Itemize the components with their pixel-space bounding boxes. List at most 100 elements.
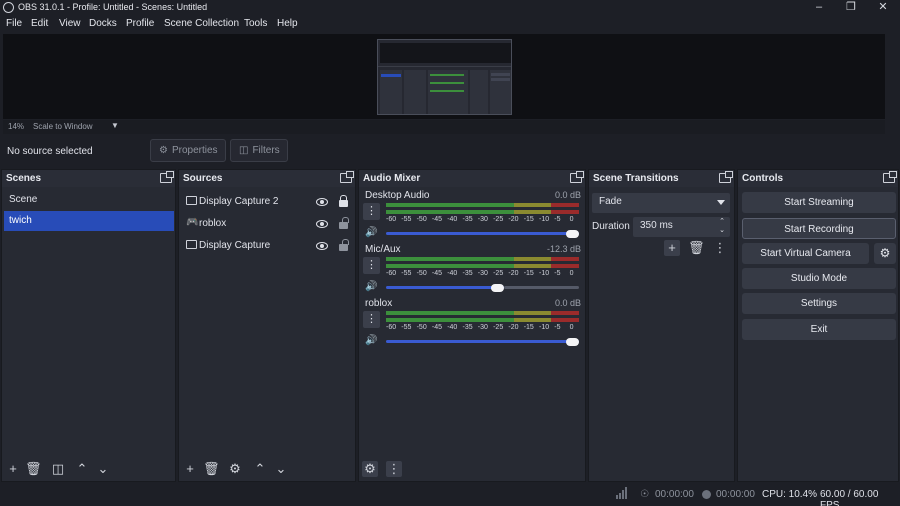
undock-icon[interactable] bbox=[883, 171, 897, 183]
settings-button[interactable]: Settings bbox=[742, 293, 896, 314]
channel-menu-icon[interactable]: ⋮ bbox=[363, 257, 380, 274]
undock-icon[interactable] bbox=[570, 171, 584, 183]
trash-icon[interactable]: 🗑 bbox=[203, 461, 220, 477]
scene-filters-icon[interactable]: ◫ bbox=[50, 461, 66, 477]
scenes-dock: Scenes Scene twich + 🗑 ◫ ⌃ ⌄ bbox=[1, 169, 176, 482]
move-up-icon[interactable]: ⌃ bbox=[252, 461, 268, 477]
scale-mode-dropdown-icon[interactable]: ▼ bbox=[111, 121, 119, 130]
scale-mode-label[interactable]: Scale to Window bbox=[33, 122, 93, 131]
duration-spinbox[interactable]: 350 ms ⌃ ⌄ bbox=[633, 217, 730, 237]
source-item[interactable]: 🎮 roblox bbox=[183, 214, 353, 234]
volume-slider-handle[interactable] bbox=[566, 230, 579, 238]
signal-bars-icon bbox=[616, 487, 628, 502]
volume-slider-fill[interactable] bbox=[386, 340, 579, 343]
level-meter-left bbox=[386, 203, 579, 207]
add-icon[interactable]: + bbox=[182, 461, 198, 477]
transitions-title: Scene Transitions bbox=[593, 173, 679, 184]
unlock-icon[interactable] bbox=[339, 239, 349, 251]
scenes-title: Scenes bbox=[6, 173, 42, 184]
add-icon[interactable]: + bbox=[5, 461, 21, 477]
menu-bar: File Edit View Docks Profile Scene Colle… bbox=[0, 16, 900, 34]
source-item[interactable]: Display Capture 2 bbox=[183, 192, 353, 212]
meter-tick-label: -40 bbox=[447, 216, 458, 223]
start-recording-button[interactable]: Start Recording bbox=[742, 218, 896, 239]
window-title: OBS 31.0.1 - Profile: Untitled - Scenes:… bbox=[18, 2, 208, 12]
level-meter-left bbox=[386, 257, 579, 261]
menu-scene-collection[interactable]: Scene Collection bbox=[164, 18, 239, 29]
spin-up-icon[interactable]: ⌃ bbox=[719, 217, 725, 225]
visibility-eye-icon[interactable] bbox=[316, 242, 328, 250]
speaker-icon[interactable]: 🔊 bbox=[365, 281, 379, 293]
minimize-icon[interactable]: – bbox=[803, 0, 835, 16]
exit-button[interactable]: Exit bbox=[742, 319, 896, 340]
advanced-audio-gear-icon[interactable]: ⚙ bbox=[362, 461, 378, 477]
start-streaming-button[interactable]: Start Streaming bbox=[742, 192, 896, 213]
record-time: 00:00:00 bbox=[716, 489, 755, 500]
volume-slider-handle[interactable] bbox=[491, 284, 504, 292]
menu-profile[interactable]: Profile bbox=[126, 18, 154, 29]
meter-tick-label: -5 bbox=[554, 270, 561, 277]
mixer-menu-icon[interactable]: ⋮ bbox=[386, 461, 402, 477]
add-transition-icon[interactable]: + bbox=[664, 240, 680, 256]
volume-slider-track[interactable] bbox=[504, 286, 579, 289]
stream-time: 00:00:00 bbox=[655, 489, 694, 500]
menu-docks[interactable]: Docks bbox=[89, 18, 117, 29]
trash-icon[interactable]: 🗑 bbox=[688, 240, 705, 256]
menu-tools[interactable]: Tools bbox=[244, 18, 267, 29]
undock-icon[interactable] bbox=[340, 171, 354, 183]
move-up-icon[interactable]: ⌃ bbox=[74, 461, 90, 477]
menu-help[interactable]: Help bbox=[277, 18, 298, 29]
level-meter-right bbox=[386, 318, 579, 322]
restore-icon[interactable]: ❐ bbox=[835, 0, 867, 16]
transition-menu-icon[interactable]: ⋮ bbox=[712, 240, 728, 256]
scene-item[interactable]: Scene bbox=[4, 190, 174, 210]
source-item[interactable]: Display Capture bbox=[183, 236, 353, 256]
mixer-dock-header: Audio Mixer bbox=[359, 170, 585, 187]
move-down-icon[interactable]: ⌄ bbox=[95, 461, 111, 477]
visibility-eye-icon[interactable] bbox=[316, 220, 328, 228]
preview-image bbox=[377, 39, 512, 115]
volume-slider-handle[interactable] bbox=[566, 338, 579, 346]
scene-item-selected[interactable]: twich bbox=[4, 211, 174, 231]
filters-button[interactable]: ◫ Filters bbox=[230, 139, 288, 162]
visibility-eye-icon[interactable] bbox=[316, 198, 328, 206]
menu-view[interactable]: View bbox=[59, 18, 81, 29]
volume-slider-fill[interactable] bbox=[386, 286, 504, 289]
lock-icon[interactable] bbox=[339, 195, 348, 207]
level-meter-right bbox=[386, 210, 579, 214]
speaker-icon[interactable]: 🔊 bbox=[365, 335, 379, 347]
chevron-down-icon bbox=[717, 200, 725, 205]
undock-icon[interactable] bbox=[719, 171, 733, 183]
undock-icon[interactable] bbox=[160, 171, 174, 183]
studio-mode-button[interactable]: Studio Mode bbox=[742, 268, 896, 289]
channel-menu-icon[interactable]: ⋮ bbox=[363, 203, 380, 220]
meter-tick-label: -10 bbox=[539, 324, 550, 331]
close-icon[interactable]: ✕ bbox=[867, 0, 899, 16]
status-bar: ☉ 00:00:00 00:00:00 CPU: 10.4% 60.00 / 6… bbox=[0, 484, 900, 506]
virtual-camera-gear-icon[interactable]: ⚙ bbox=[874, 243, 896, 264]
menu-edit[interactable]: Edit bbox=[31, 18, 48, 29]
move-down-icon[interactable]: ⌄ bbox=[273, 461, 289, 477]
meter-tick-label: -25 bbox=[493, 216, 504, 223]
spin-down-icon[interactable]: ⌄ bbox=[719, 226, 725, 234]
menu-file[interactable]: File bbox=[6, 18, 22, 29]
volume-slider-fill[interactable] bbox=[386, 232, 579, 235]
channel-menu-icon[interactable]: ⋮ bbox=[363, 311, 380, 328]
preview-scrollbar[interactable] bbox=[886, 34, 898, 119]
channel-db-value: -12.3 dB bbox=[546, 244, 581, 254]
meter-tick-label: -55 bbox=[401, 216, 412, 223]
speaker-icon[interactable]: 🔊 bbox=[365, 227, 379, 239]
unlock-icon[interactable] bbox=[339, 217, 349, 229]
properties-button[interactable]: ⚙ Properties bbox=[150, 139, 226, 162]
meter-tick-label: -25 bbox=[493, 270, 504, 277]
channel-db-value: 0.0 dB bbox=[554, 190, 581, 200]
transition-select[interactable]: Fade bbox=[592, 193, 730, 213]
start-virtual-camera-button[interactable]: Start Virtual Camera bbox=[742, 243, 869, 264]
meter-tick-label: -60 bbox=[386, 216, 397, 223]
meter-tick-label: 0 bbox=[569, 270, 574, 277]
mixer-title: Audio Mixer bbox=[363, 173, 421, 184]
meter-tick-label: -55 bbox=[401, 270, 412, 277]
trash-icon[interactable]: 🗑 bbox=[25, 461, 42, 477]
channel-name: roblox bbox=[365, 298, 393, 309]
gear-icon[interactable]: ⚙ bbox=[227, 461, 243, 477]
